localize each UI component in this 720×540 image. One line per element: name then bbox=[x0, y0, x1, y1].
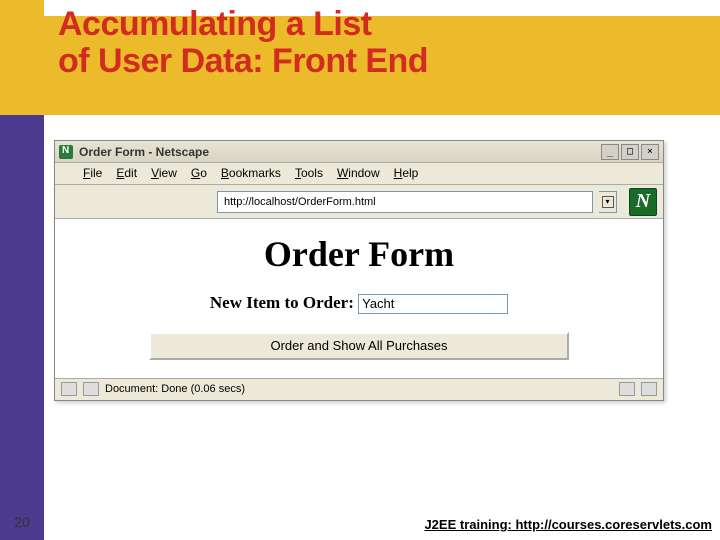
page-heading: Order Form bbox=[55, 233, 663, 275]
page-content: Order Form New Item to Order: Order and … bbox=[55, 219, 663, 378]
menu-bookmarks[interactable]: Bookmarks bbox=[221, 166, 281, 180]
menu-file[interactable]: File bbox=[83, 166, 102, 180]
menu-tools[interactable]: Tools bbox=[295, 166, 323, 180]
address-dropdown[interactable]: ▾ bbox=[599, 191, 617, 213]
status-throbber-icon bbox=[61, 382, 77, 396]
menu-help[interactable]: Help bbox=[394, 166, 419, 180]
order-line: New Item to Order: bbox=[55, 293, 663, 314]
address-bar[interactable]: http://localhost/OrderForm.html bbox=[217, 191, 593, 213]
status-bar: Document: Done (0.06 secs) bbox=[55, 378, 663, 400]
status-security-icon bbox=[641, 382, 657, 396]
restore-button[interactable]: □ bbox=[621, 144, 639, 160]
netscape-app-icon bbox=[59, 145, 73, 159]
order-input[interactable] bbox=[358, 294, 508, 314]
chevron-down-icon: ▾ bbox=[602, 196, 614, 208]
window-titlebar[interactable]: Order Form - Netscape _ □ × bbox=[55, 141, 663, 163]
window-controls: _ □ × bbox=[601, 144, 659, 160]
close-button[interactable]: × bbox=[641, 144, 659, 160]
menu-bar: File Edit View Go Bookmarks Tools Window… bbox=[55, 163, 663, 185]
toolbar: http://localhost/OrderForm.html ▾ N bbox=[55, 185, 663, 219]
netscape-logo-icon[interactable]: N bbox=[629, 188, 657, 216]
address-url: http://localhost/OrderForm.html bbox=[224, 196, 376, 208]
status-text: Document: Done (0.06 secs) bbox=[105, 383, 613, 395]
status-component-icon bbox=[619, 382, 635, 396]
browser-window: Order Form - Netscape _ □ × File Edit Vi… bbox=[54, 140, 664, 401]
minimize-button[interactable]: _ bbox=[601, 144, 619, 160]
menu-window[interactable]: Window bbox=[337, 166, 380, 180]
menu-view[interactable]: View bbox=[151, 166, 177, 180]
slide-page-number: 20 bbox=[8, 514, 36, 530]
slide-footer: J2EE training: http://courses.coreservle… bbox=[424, 517, 712, 532]
submit-button[interactable]: Order and Show All Purchases bbox=[149, 332, 569, 360]
window-title: Order Form - Netscape bbox=[79, 145, 601, 159]
slide-title: Accumulating a List of User Data: Front … bbox=[58, 6, 428, 79]
menu-edit[interactable]: Edit bbox=[116, 166, 137, 180]
menu-go[interactable]: Go bbox=[191, 166, 207, 180]
status-lock-icon bbox=[83, 382, 99, 396]
slide-title-line2: of User Data: Front End bbox=[58, 42, 428, 80]
slide-title-line1: Accumulating a List bbox=[58, 5, 372, 43]
order-label: New Item to Order: bbox=[210, 293, 354, 312]
